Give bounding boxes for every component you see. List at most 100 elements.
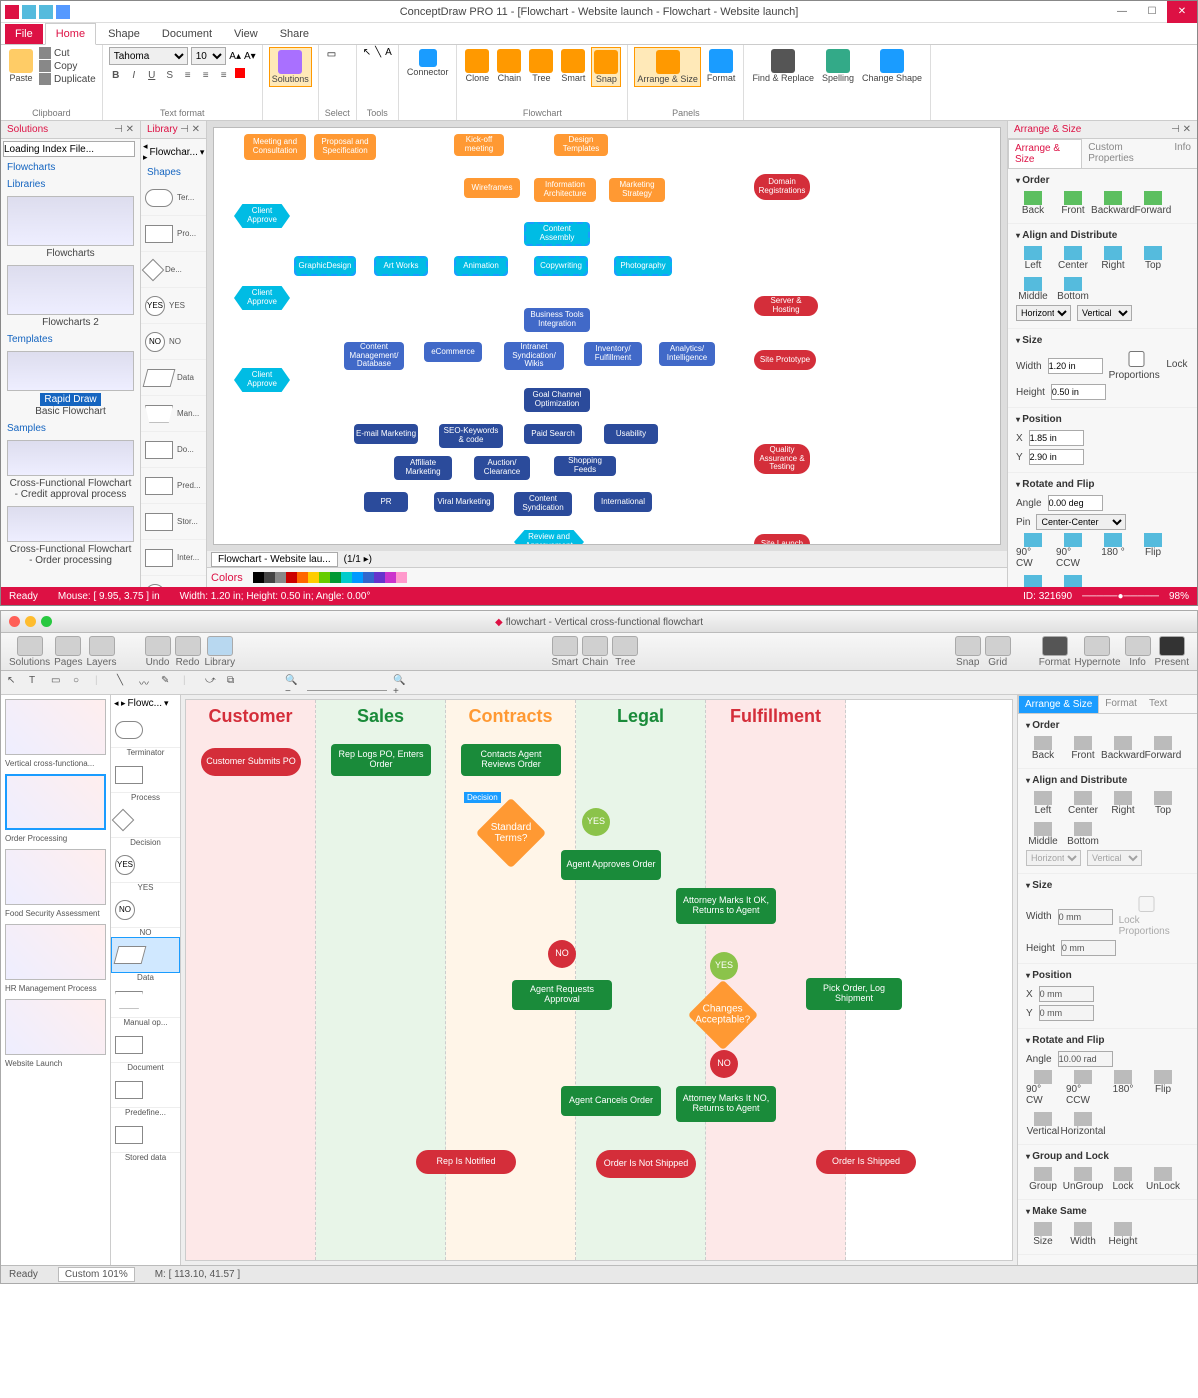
flip-btn[interactable]: Flip: [1136, 533, 1170, 569]
rp-tab-arrange[interactable]: Arrange & Size: [1018, 695, 1099, 713]
shape-data[interactable]: [111, 937, 180, 973]
align-center[interactable]: Center: [1066, 791, 1100, 816]
mac-zoom-button[interactable]: [41, 616, 52, 627]
library-flowcharts2[interactable]: Flowcharts 2: [1, 262, 140, 331]
rotate-ccw[interactable]: 90° CCW: [1056, 533, 1090, 569]
shape-stored[interactable]: [111, 1117, 180, 1153]
mac-close-button[interactable]: [9, 616, 20, 627]
align-right[interactable]: Right: [1106, 791, 1140, 816]
flip-h[interactable]: Horizontal: [1066, 1112, 1100, 1137]
spelling-button[interactable]: Spelling: [820, 47, 856, 85]
crop-icon[interactable]: ⧉: [227, 675, 243, 691]
connector-button[interactable]: Connector: [405, 47, 451, 79]
color-swatch[interactable]: [297, 572, 308, 583]
color-swatch[interactable]: [396, 572, 407, 583]
format-button[interactable]: Format: [705, 47, 738, 85]
align-middle[interactable]: Middle: [1026, 822, 1060, 847]
tb-redo[interactable]: Redo: [175, 636, 201, 668]
section-order[interactable]: Order: [1016, 173, 1189, 188]
node-client-approve-2[interactable]: Client Approve: [234, 286, 290, 310]
shape-predefined[interactable]: Pred...: [141, 468, 206, 504]
x-input[interactable]: [1029, 430, 1084, 446]
snap-button[interactable]: Snap: [591, 47, 621, 87]
same-width[interactable]: Width: [1066, 1222, 1100, 1247]
grow-font-icon[interactable]: A▴: [229, 51, 241, 62]
tb-present[interactable]: Present: [1155, 636, 1189, 668]
shape-terminator[interactable]: [111, 712, 180, 748]
node-design[interactable]: Design Templates: [554, 134, 608, 156]
mnode-notshipped[interactable]: Order Is Not Shipped: [596, 1150, 696, 1178]
decision-toolbar[interactable]: Decision: [464, 792, 501, 803]
qat-icon[interactable]: [5, 5, 19, 19]
rotate-180[interactable]: 180°: [1106, 1070, 1140, 1106]
page-thumb[interactable]: [5, 774, 106, 830]
page-thumb[interactable]: [5, 699, 106, 755]
lock-proportions[interactable]: Lock Proportions: [1119, 896, 1189, 937]
node-affiliate[interactable]: Affiliate Marketing: [394, 456, 452, 480]
flip-v[interactable]: Vertical: [1016, 575, 1050, 587]
color-swatch[interactable]: [352, 572, 363, 583]
rect-icon[interactable]: ▭: [51, 675, 67, 691]
paste-button[interactable]: Paste: [7, 47, 35, 85]
tb-smart[interactable]: Smart: [552, 636, 579, 668]
height-input[interactable]: [1061, 940, 1116, 956]
flip-v[interactable]: Vertical: [1026, 1112, 1060, 1137]
rp-tab-text[interactable]: Text: [1143, 695, 1173, 713]
node-animation[interactable]: Animation: [454, 256, 508, 276]
rotate-180[interactable]: 180 °: [1096, 533, 1130, 569]
mnode-cancels[interactable]: Agent Cancels Order: [561, 1086, 661, 1116]
node-qa[interactable]: Quality Assurance & Testing: [754, 444, 810, 474]
color-swatch[interactable]: [363, 572, 374, 583]
distribute-h[interactable]: Horizontal: [1026, 850, 1081, 866]
color-swatch[interactable]: [330, 572, 341, 583]
order-backward[interactable]: Backward: [1096, 191, 1130, 216]
node-email[interactable]: E-mail Marketing: [354, 424, 418, 444]
tab-document[interactable]: Document: [152, 24, 222, 44]
change-shape-button[interactable]: Change Shape: [860, 47, 924, 85]
node-review[interactable]: Review and Approvement: [514, 530, 584, 545]
shape-decision[interactable]: De...: [141, 252, 206, 288]
rotate-cw[interactable]: 90° CW: [1016, 533, 1050, 569]
library-flowcharts[interactable]: Flowcharts: [1, 193, 140, 262]
shape-terminator[interactable]: Ter...: [141, 180, 206, 216]
libraries-section[interactable]: Libraries: [1, 176, 140, 193]
samples-section[interactable]: Samples: [1, 420, 140, 437]
align-middle[interactable]: Middle: [1016, 277, 1050, 302]
mnode-notified[interactable]: Rep Is Notified: [416, 1150, 516, 1174]
align-top[interactable]: Top: [1146, 791, 1180, 816]
align-right-icon[interactable]: ≡: [217, 68, 231, 82]
flip-h[interactable]: Horizontal: [1056, 575, 1090, 587]
node-kickoff[interactable]: Kick-off meeting: [454, 134, 504, 156]
tb-solutions[interactable]: Solutions: [9, 636, 50, 668]
tb-chain[interactable]: Chain: [582, 636, 608, 668]
align-center[interactable]: Center: [1056, 246, 1090, 271]
color-swatch[interactable]: [275, 572, 286, 583]
node-cm[interactable]: Content Management/ Database: [344, 342, 404, 370]
node-proposal[interactable]: Proposal and Specification: [314, 134, 376, 160]
arrange-size-button[interactable]: Arrange & Size: [634, 47, 701, 87]
color-swatch[interactable]: [385, 572, 396, 583]
strike-button[interactable]: S: [163, 68, 177, 82]
zoom-slider[interactable]: [307, 675, 387, 691]
italic-button[interactable]: I: [127, 68, 141, 82]
width-input[interactable]: [1048, 358, 1103, 374]
same-height[interactable]: Height: [1106, 1222, 1140, 1247]
text-icon[interactable]: A: [385, 47, 392, 58]
node-copy[interactable]: Copywriting: [534, 256, 588, 276]
angle-input[interactable]: [1058, 1051, 1113, 1067]
distribute-v[interactable]: Vertical: [1077, 305, 1132, 321]
template-rapid-draw[interactable]: Rapid DrawBasic Flowchart: [1, 348, 140, 420]
section-group[interactable]: Group and Lock: [1026, 1149, 1189, 1164]
section-order[interactable]: Order: [1026, 718, 1189, 733]
chain-button[interactable]: Chain: [495, 47, 523, 85]
shape-decision[interactable]: [111, 802, 180, 838]
zoom-out-icon[interactable]: 🔍−: [285, 675, 301, 691]
shape-document[interactable]: Do...: [141, 432, 206, 468]
curve-icon[interactable]: 〰: [139, 675, 155, 691]
order-forward[interactable]: Forward: [1146, 736, 1180, 761]
node-client-approve-1[interactable]: Client Approve: [234, 204, 290, 228]
zoom-in-icon[interactable]: 🔍+: [393, 675, 409, 691]
pin-icon[interactable]: ⊣ ✕: [114, 124, 134, 135]
pointer-icon[interactable]: ↖: [363, 47, 371, 58]
node-inventory[interactable]: Inventory/ Fulfillment: [584, 342, 642, 366]
